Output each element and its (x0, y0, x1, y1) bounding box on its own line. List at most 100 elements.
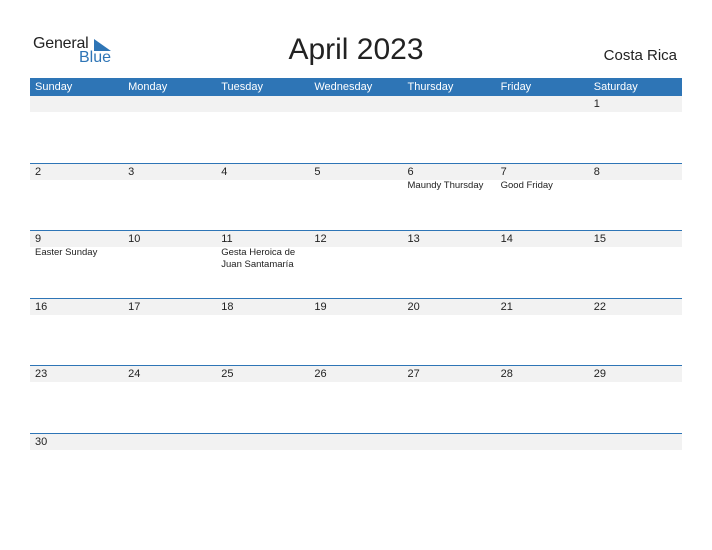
day-cell: 1 (589, 96, 682, 112)
weekday-sunday: Sunday (35, 81, 73, 93)
day-cell (123, 96, 216, 112)
day-cell: 29 (589, 366, 682, 382)
day-cell: 10 (123, 231, 216, 271)
day-number: 27 (407, 368, 420, 381)
day-cell: 18 (216, 299, 309, 315)
day-cell: 19 (309, 299, 402, 315)
day-number: 26 (314, 368, 327, 381)
day-number (408, 434, 496, 450)
calendar-grid: Sunday Monday Tuesday Wednesday Thursday… (30, 78, 682, 501)
day-cell: 28 (496, 366, 589, 382)
day-number (501, 96, 589, 112)
week-row: 9 Easter Sunday 10 11 Gesta Heroica de Juan … (30, 230, 682, 298)
week-row: 23 24 25 26 27 28 29 (30, 365, 682, 433)
day-cell: 15 (589, 231, 682, 271)
weekday-saturday: Saturday (593, 81, 638, 93)
week-cells: 23 24 25 26 27 28 29 (30, 366, 682, 382)
day-cell: 30 (30, 434, 123, 450)
day-number: 10 (128, 233, 141, 246)
holiday-label: Easter Sunday (35, 247, 98, 259)
day-cell: 12 (309, 231, 402, 271)
day-number: 11 (221, 233, 233, 246)
day-number: 23 (35, 368, 48, 381)
day-number: 12 (314, 233, 327, 246)
day-cell: 24 (123, 366, 216, 382)
day-cell: 7 Good Friday (496, 164, 589, 192)
holiday-label: Gesta Heroica de Juan Santamaría (221, 247, 296, 271)
weekday-header: Sunday Monday Tuesday Wednesday Thursday… (30, 78, 682, 96)
day-number: 6 (407, 165, 414, 178)
day-number: 14 (500, 233, 513, 246)
day-number: 29 (593, 368, 606, 381)
day-cell: 27 (403, 366, 496, 382)
day-cell: 16 (30, 299, 123, 315)
day-number (128, 96, 216, 112)
day-number (501, 434, 589, 450)
day-number (128, 434, 216, 450)
day-number: 24 (128, 368, 141, 381)
day-number: 16 (35, 300, 48, 313)
day-number (594, 434, 682, 450)
day-cell: 2 (30, 164, 123, 192)
day-cell (216, 434, 309, 450)
day-number: 22 (593, 300, 606, 313)
day-cell (403, 434, 496, 450)
holiday-label: Good Friday (500, 179, 553, 191)
week-row: 16 17 18 19 20 21 22 (30, 297, 682, 366)
holiday-label: Maundy Thursday (407, 179, 484, 191)
day-cell: 4 (216, 164, 309, 192)
day-cell: 21 (496, 299, 589, 315)
day-number (314, 96, 402, 112)
day-cell (309, 434, 402, 450)
day-cell: 22 (589, 299, 682, 315)
day-number: 7 (500, 165, 507, 178)
day-cell: 17 (123, 299, 216, 315)
day-number: 8 (593, 165, 600, 178)
week-cells: 16 17 18 19 20 21 22 (30, 299, 682, 315)
day-cell (216, 96, 309, 112)
day-number: 1 (593, 98, 600, 110)
day-cell (403, 96, 496, 112)
week-row: 2 3 4 5 6 Maundy Thursday 7 Good Friday 8 (30, 162, 682, 231)
day-cell: 13 (403, 231, 496, 271)
day-cell: 5 (309, 164, 402, 192)
day-number: 15 (593, 233, 606, 246)
day-number: 4 (221, 165, 228, 178)
day-number: 20 (407, 300, 420, 313)
weekday-thursday: Thursday (407, 81, 454, 93)
day-number (35, 96, 123, 112)
day-number: 9 (35, 233, 42, 246)
day-number (221, 434, 309, 450)
day-cell: 14 (496, 231, 589, 271)
day-cell: 8 (589, 164, 682, 192)
day-number (314, 434, 402, 450)
day-cell: 9 Easter Sunday (30, 231, 123, 271)
day-cell: 6 Maundy Thursday (403, 164, 496, 192)
weekday-wednesday: Wednesday (314, 81, 373, 93)
day-number: 19 (314, 300, 327, 313)
country-label: Costa Rica (603, 47, 677, 64)
day-cell (123, 434, 216, 450)
day-number: 13 (407, 233, 420, 246)
day-number: 30 (35, 435, 48, 448)
day-cell (309, 96, 402, 112)
week-cells: 1 (30, 96, 682, 112)
week-cells: 30 (30, 434, 682, 450)
day-number: 2 (35, 165, 42, 178)
day-number (408, 96, 496, 112)
week-row: 30 (30, 432, 682, 501)
day-number: 25 (221, 368, 234, 381)
day-number: 28 (500, 368, 513, 381)
day-number: 3 (128, 165, 135, 178)
day-number (221, 96, 309, 112)
day-cell: 25 (216, 366, 309, 382)
weekday-tuesday: Tuesday (221, 81, 264, 93)
week-cells: 2 3 4 5 6 Maundy Thursday 7 Good Friday 8 (30, 164, 682, 192)
day-cell (496, 434, 589, 450)
day-cell (30, 96, 123, 112)
weekday-monday: Monday (128, 81, 168, 93)
weekday-friday: Friday (500, 81, 532, 93)
day-cell: 11 Gesta Heroica de Juan Santamaría (216, 231, 309, 271)
week-row: 1 (30, 96, 682, 163)
weeks-container: 1 2 3 4 5 6 Maundy Thursday 7 Good Friday 8 9 Easte… (30, 96, 682, 501)
